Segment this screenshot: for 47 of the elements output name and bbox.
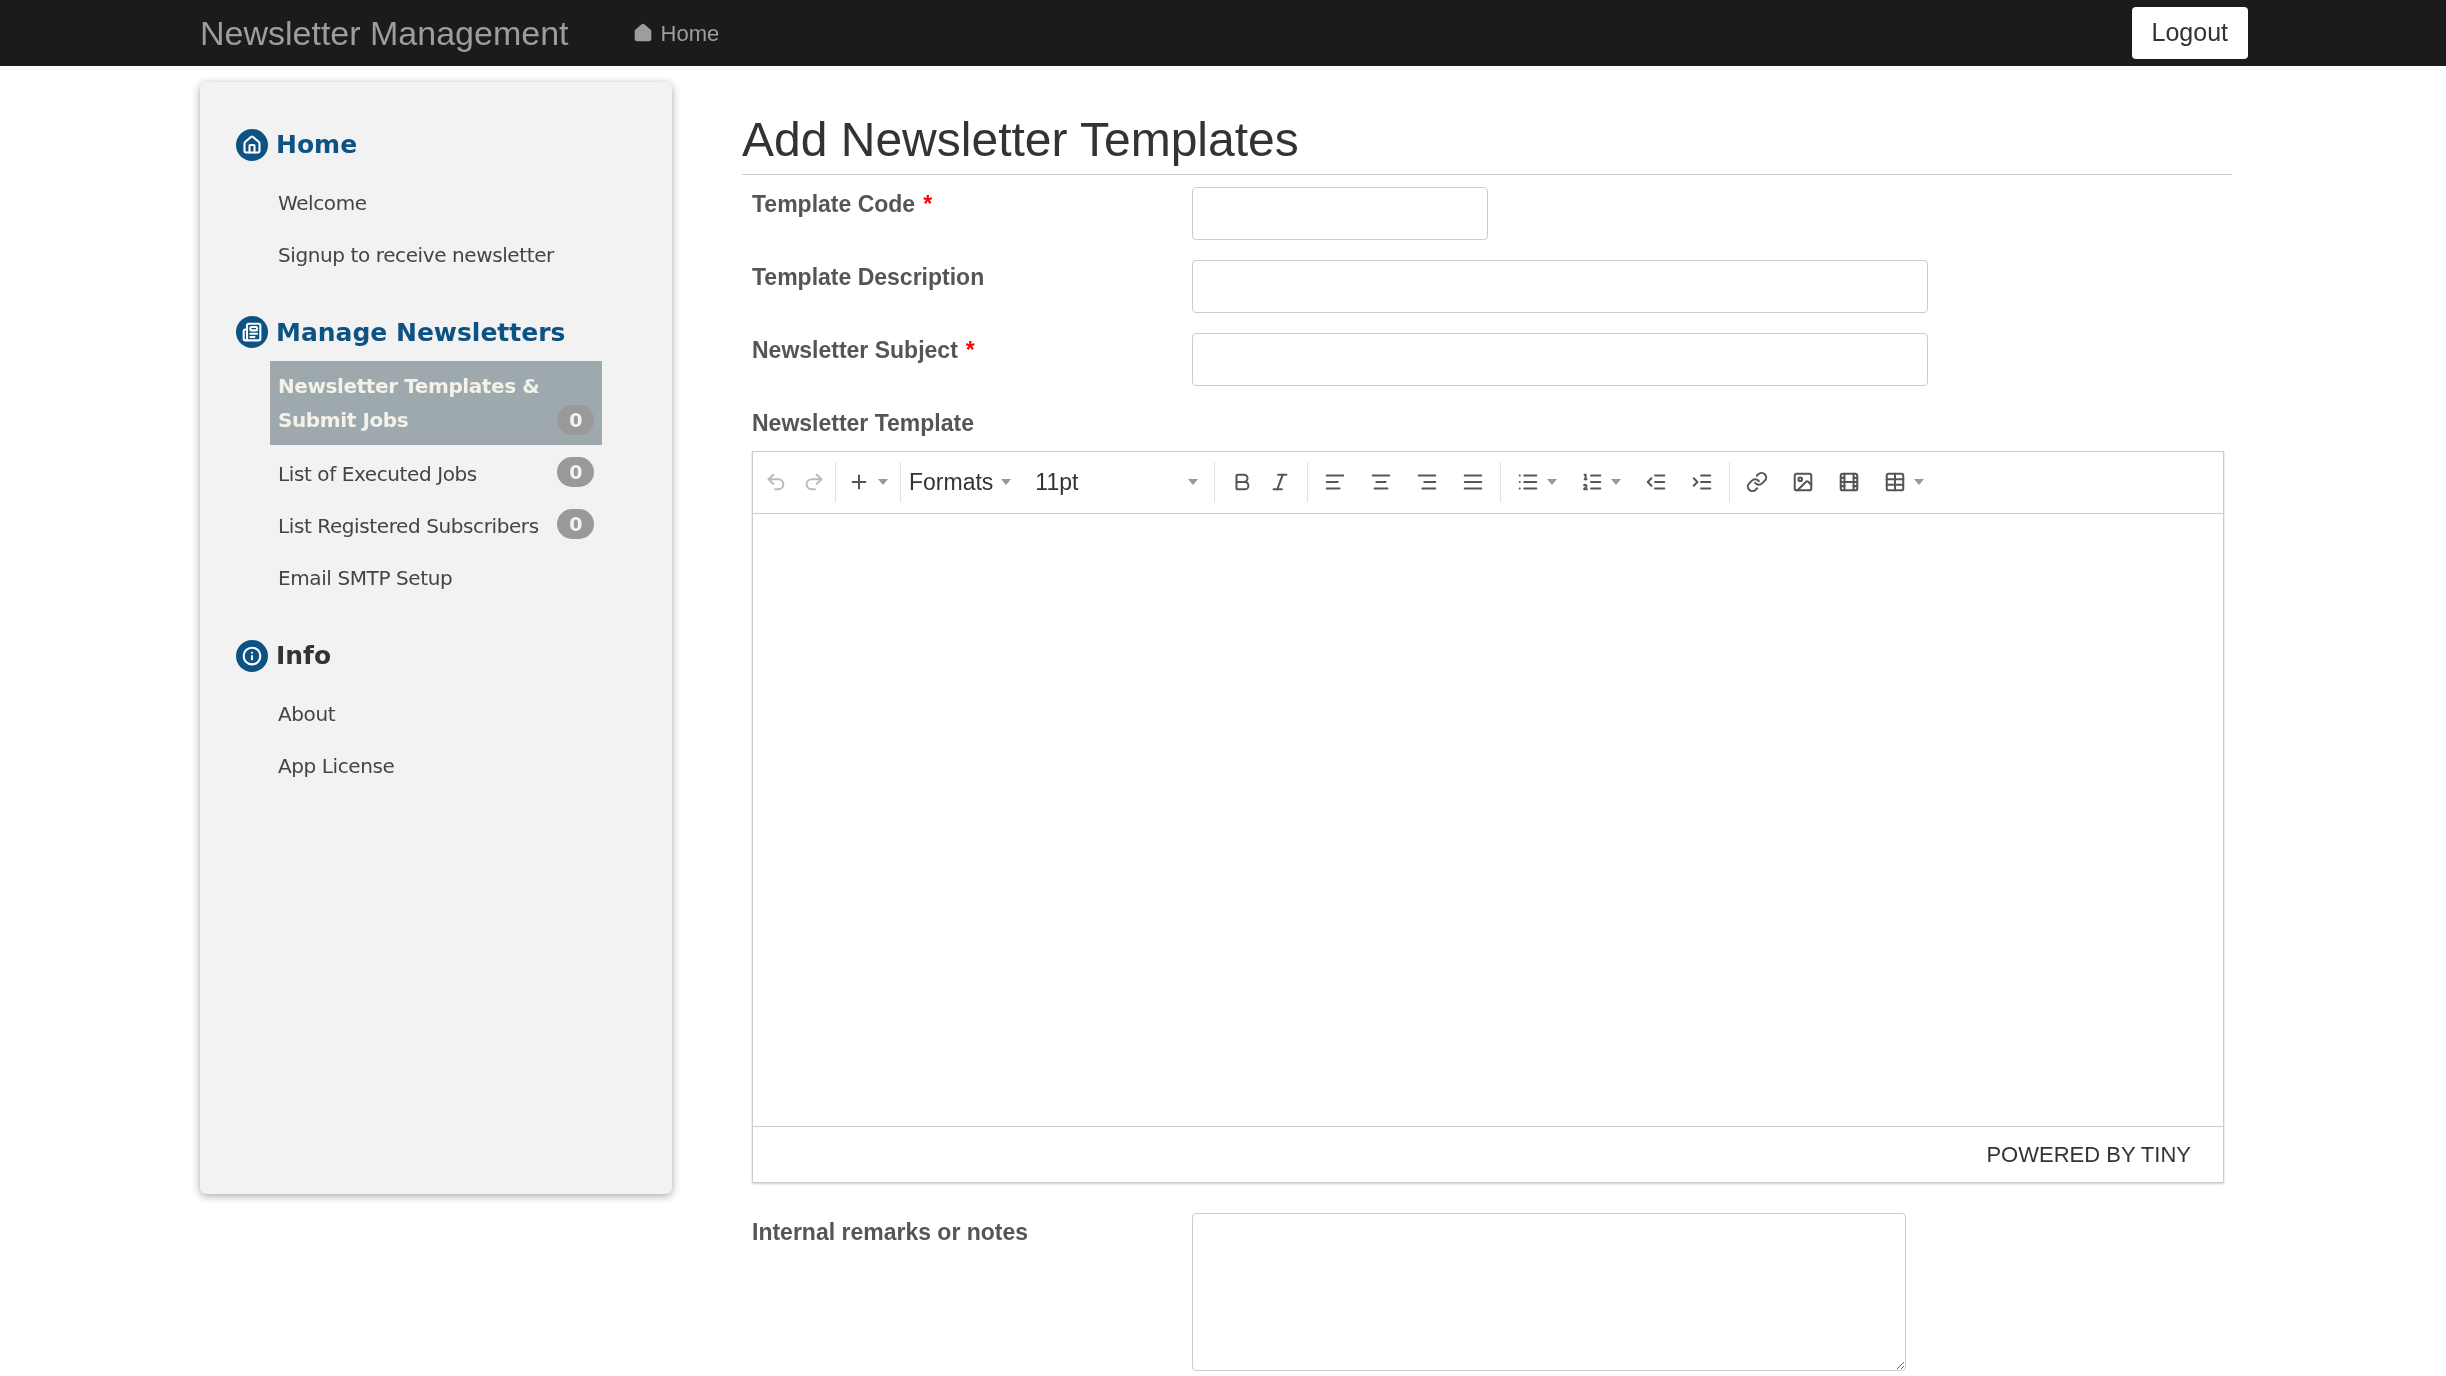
field-label: Template Code: [752, 190, 916, 219]
home-icon: [632, 23, 653, 43]
field-label: Newsletter Template: [752, 409, 975, 438]
redo-icon: [803, 471, 825, 493]
sidebar-item[interactable]: Email SMTP Setup: [270, 549, 602, 601]
video-icon: [1838, 471, 1861, 493]
table-icon: [1884, 471, 1907, 493]
caret-icon: [1001, 479, 1012, 485]
brand-title: Newsletter Management: [200, 12, 569, 54]
text-field[interactable]: [1192, 333, 1928, 386]
required-asterisk: *: [923, 190, 933, 219]
sidebar-item[interactable]: List Registered Subscribers 0: [270, 497, 602, 549]
nav-link[interactable]: Home: [632, 16, 720, 50]
link-icon: [1746, 471, 1769, 493]
caret-icon: [1611, 479, 1622, 485]
numbered-list-icon: [1581, 471, 1604, 493]
info-icon: [236, 639, 268, 672]
section-title: Home: [276, 129, 358, 161]
newspaper-icon: [236, 316, 268, 349]
logout-button[interactable]: Logout: [2131, 7, 2248, 59]
required-asterisk: *: [965, 336, 975, 365]
home-icon: [236, 128, 268, 161]
sidebar-item[interactable]: Signup to receive newsletter: [270, 225, 602, 278]
font-size-dropdown[interactable]: 11pt: [1035, 462, 1216, 502]
caret-icon: [1547, 479, 1558, 485]
count-badge: 0: [557, 457, 594, 487]
text-field[interactable]: [1192, 187, 1488, 240]
image-icon: [1792, 471, 1815, 493]
count-badge: 0: [557, 405, 594, 435]
count-badge: 0: [557, 509, 594, 539]
field-label: Internal remarks or notes: [752, 1217, 1030, 1247]
caret-icon: [1914, 479, 1925, 485]
sidebar-item[interactable]: List of Executed Jobs 0: [270, 445, 602, 497]
sidebar-item[interactable]: Welcome: [270, 173, 602, 226]
sidebar-item[interactable]: App License: [270, 736, 602, 789]
powered-by-text: POWERED BY TINY: [1986, 1140, 2191, 1169]
field-label: Newsletter Subject: [752, 336, 958, 365]
caret-icon: [878, 479, 888, 485]
formats-dropdown[interactable]: Formats: [909, 464, 1012, 500]
section-title: Info: [276, 640, 332, 672]
page-title: Add Newsletter Templates: [742, 110, 2232, 175]
text-field[interactable]: [1192, 260, 1928, 313]
sidebar-item[interactable]: About: [270, 684, 602, 737]
undo-icon: [765, 471, 787, 493]
section-title: Manage Newsletters: [276, 316, 566, 349]
caret-icon: [1188, 479, 1199, 485]
field-label: Template Description: [752, 263, 985, 292]
